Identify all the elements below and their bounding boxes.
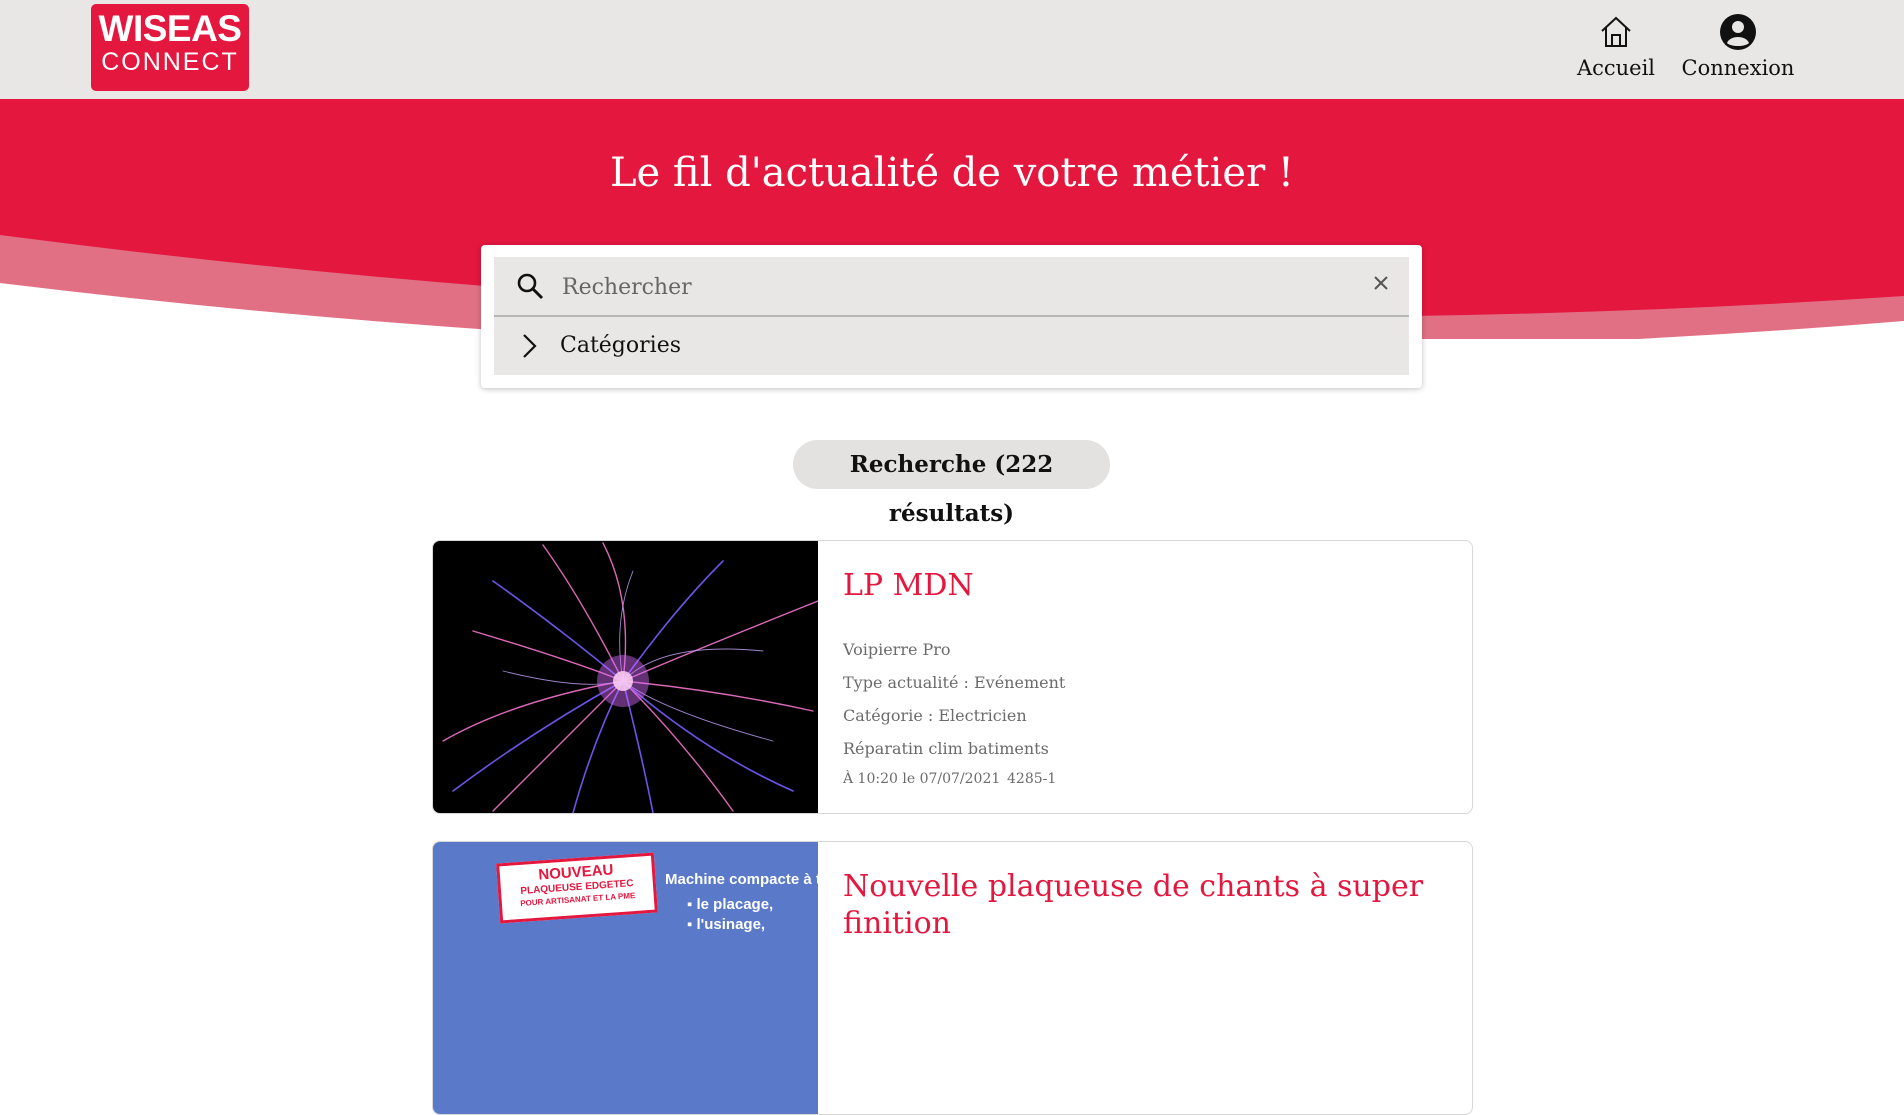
news-card-title[interactable]: LP MDN <box>843 567 1453 604</box>
news-card-category: Catégorie : Electricien <box>843 706 1027 725</box>
search-panel: Catégories <box>481 245 1422 388</box>
nav-login-label: Connexion <box>1681 56 1795 80</box>
home-icon <box>1576 12 1656 56</box>
promo-bullet: ▪ le placage, <box>687 896 774 913</box>
nav-home-label: Accueil <box>1576 56 1656 80</box>
news-card-datetime: À 10:20 le 07/07/2021 <box>843 771 1001 787</box>
search-bar <box>494 257 1409 317</box>
search-icon <box>516 272 544 304</box>
news-card[interactable]: LP MDN Voipierre Pro Type actualité : Ev… <box>432 540 1473 814</box>
promo-bullet: ▪ l'usinage, <box>687 916 766 933</box>
close-icon[interactable] <box>1373 275 1389 295</box>
promo-badge: NOUVEAU PLAQUEUSE EDGETEC POUR ARTISANAT… <box>496 852 658 924</box>
news-card-type: Type actualité : Evénement <box>843 673 1066 692</box>
promo-bullet-text: l'usinage, <box>696 916 766 933</box>
news-thumbnail: NOUVEAU PLAQUEUSE EDGETEC POUR ARTISANAT… <box>433 842 821 1114</box>
news-card-description: Réparatin clim batiments <box>843 739 1049 758</box>
results-count-chip: Recherche (222 résultats) <box>793 440 1110 527</box>
news-card-author: Voipierre Pro <box>843 640 951 659</box>
wiseas-connect-logo[interactable]: WISEAS CONNECT <box>91 4 249 91</box>
news-thumbnail <box>433 541 818 813</box>
logo-line2: CONNECT <box>101 48 239 76</box>
logo-line1: WISEAS <box>98 8 242 49</box>
top-bar: WISEAS CONNECT Accueil Connexion <box>0 0 1904 99</box>
hero-title: Le fil d'actualité de votre métier ! <box>609 150 1295 196</box>
categories-label: Catégories <box>560 333 681 358</box>
categories-toggle[interactable]: Catégories <box>494 317 1409 375</box>
promo-headline: Machine compacte à t <box>665 871 821 888</box>
nav-home[interactable]: Accueil <box>1576 12 1656 87</box>
news-card-ref: 4285-1 <box>1007 771 1057 787</box>
promo-bullet-text: le placage, <box>696 896 774 913</box>
nav-login[interactable]: Connexion <box>1681 12 1795 87</box>
news-card-title[interactable]: Nouvelle plaqueuse de chants à super fin… <box>843 868 1453 942</box>
search-input[interactable] <box>560 267 1354 307</box>
chevron-right-icon <box>520 333 538 363</box>
news-card[interactable]: NOUVEAU PLAQUEUSE EDGETEC POUR ARTISANAT… <box>432 841 1473 1115</box>
account-circle-icon <box>1681 12 1795 56</box>
